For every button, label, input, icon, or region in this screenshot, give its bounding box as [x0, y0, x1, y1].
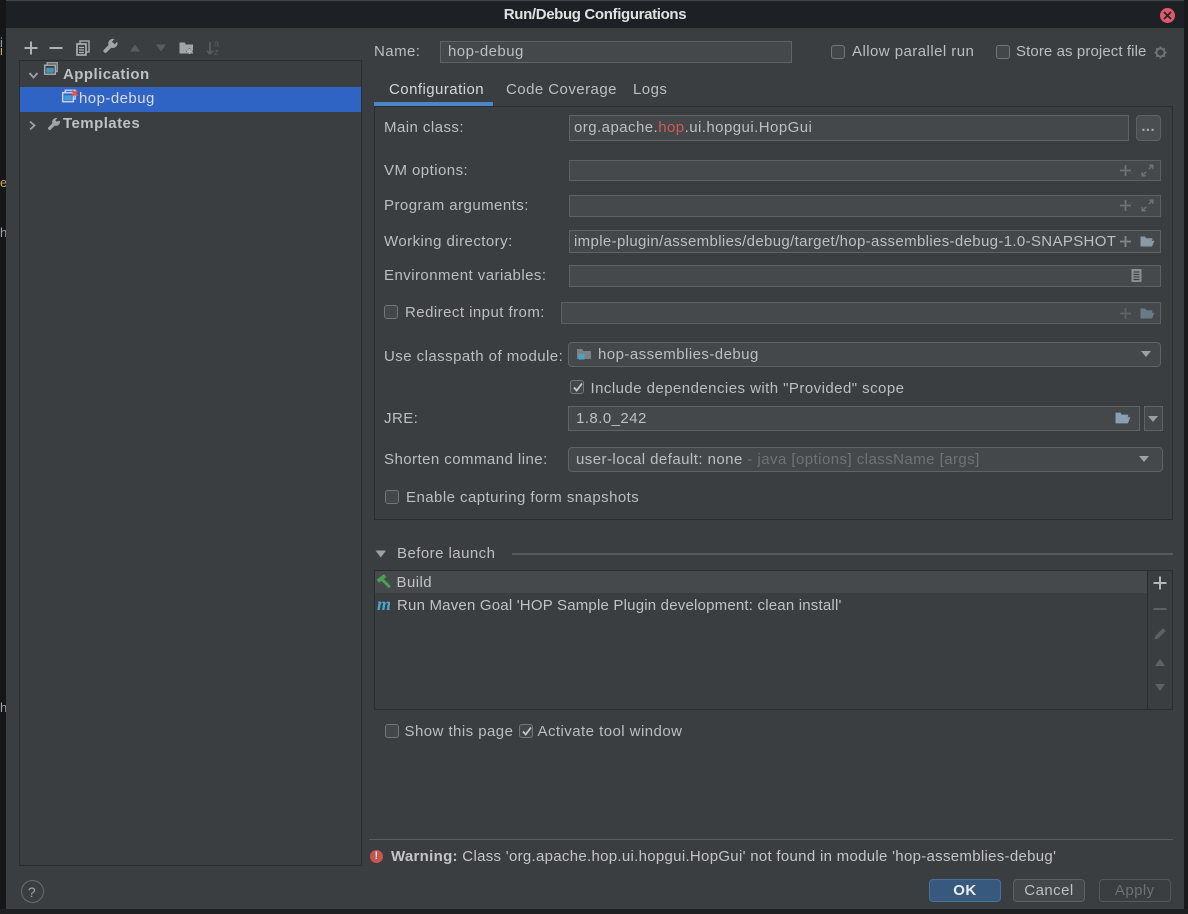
svg-text:z: z — [214, 47, 219, 57]
